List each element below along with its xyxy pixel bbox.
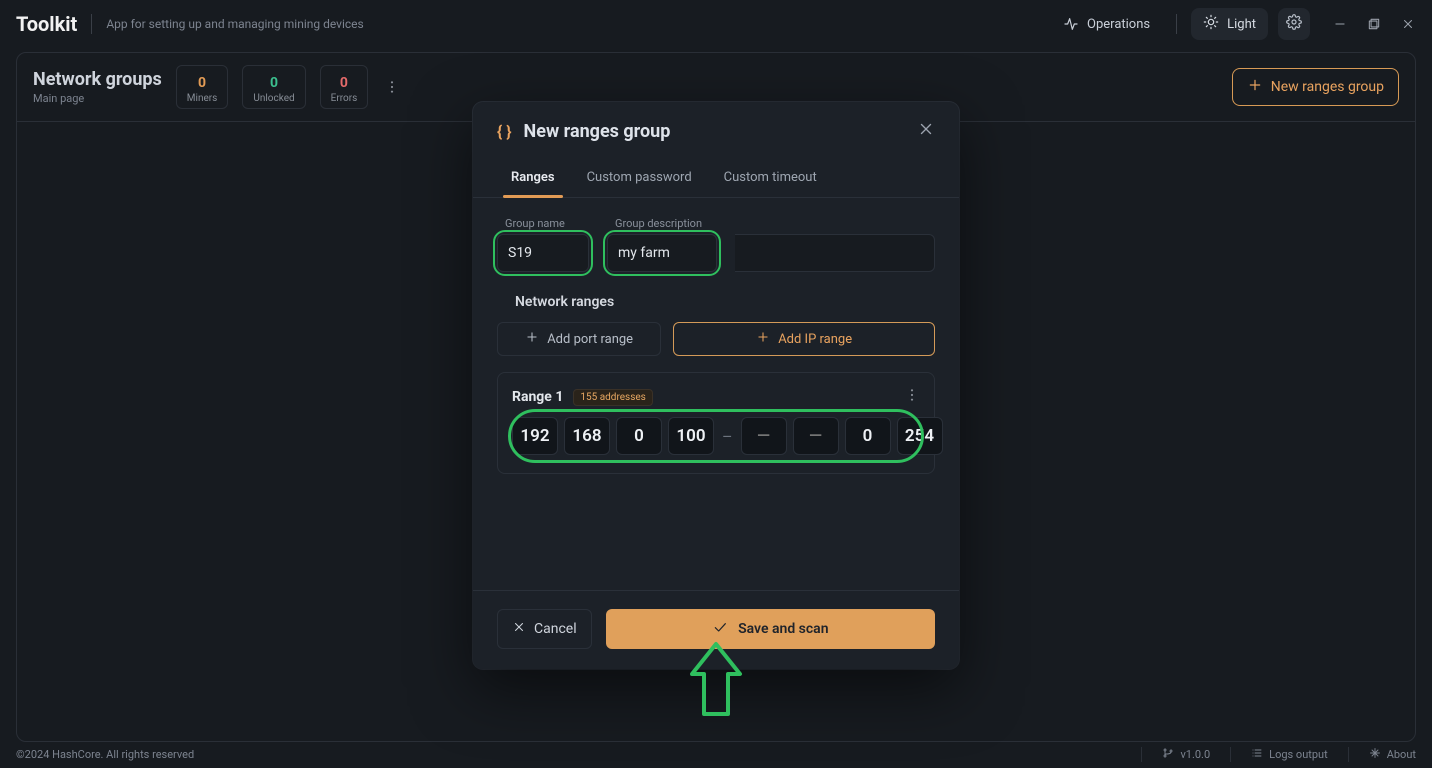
ip-start-octet-2[interactable] <box>564 417 610 455</box>
divider <box>1176 14 1177 34</box>
save-and-scan-button[interactable]: Save and scan <box>606 609 935 649</box>
stat-miners: 0 Miners <box>176 65 229 109</box>
ip-end-octet-1[interactable] <box>741 417 787 455</box>
range-dash: – <box>720 427 735 446</box>
breadcrumb: Main page <box>33 92 162 105</box>
titlebar: Toolkit App for setting up and managing … <box>0 0 1432 48</box>
group-description-extension <box>735 234 935 272</box>
branch-icon <box>1162 747 1174 762</box>
logs-output-button[interactable]: Logs output <box>1230 747 1328 762</box>
stat-value: 0 <box>340 75 348 91</box>
check-icon <box>712 619 728 639</box>
add-port-range-button[interactable]: Add port range <box>497 322 661 356</box>
app-brand: Toolkit <box>16 12 77 36</box>
divider <box>91 14 92 34</box>
operations-label: Operations <box>1087 17 1150 32</box>
dialog-header: { } New ranges group <box>473 102 959 160</box>
braces-icon: { } <box>497 122 512 141</box>
window-minimize-button[interactable] <box>1332 16 1348 32</box>
button-label: Cancel <box>534 621 577 637</box>
window-controls <box>1332 16 1416 32</box>
settings-button[interactable] <box>1278 8 1310 40</box>
ip-end-octet-3[interactable] <box>845 417 891 455</box>
close-icon <box>512 620 526 638</box>
stat-label: Errors <box>331 93 358 104</box>
add-ip-range-button[interactable]: Add IP range <box>673 322 935 356</box>
list-icon <box>1251 747 1263 762</box>
ip-start-octet-3[interactable] <box>616 417 662 455</box>
button-label: New ranges group <box>1271 79 1384 95</box>
range-menu-button[interactable] <box>904 387 920 407</box>
field-label: Group description <box>615 217 702 230</box>
new-ranges-group-button[interactable]: New ranges group <box>1232 68 1399 106</box>
plus-icon <box>756 330 770 348</box>
group-description-input-ext[interactable] <box>735 234 935 272</box>
range-card: Range 1 155 addresses – <box>497 372 935 474</box>
plus-icon <box>1247 77 1263 97</box>
page-title: Network groups <box>33 69 162 90</box>
group-name-input[interactable] <box>497 234 589 272</box>
ip-start-octet-4[interactable] <box>668 417 714 455</box>
field-label: Group name <box>505 217 565 230</box>
button-label: Save and scan <box>738 621 828 637</box>
group-description-field: Group description <box>607 234 717 272</box>
button-label: Add IP range <box>778 332 852 347</box>
dialog-tabs: Ranges Custom password Custom timeout <box>473 160 959 198</box>
network-ranges-heading: Network ranges <box>515 294 935 310</box>
theme-label: Light <box>1227 17 1256 32</box>
pulse-icon <box>1063 16 1079 32</box>
plus-icon <box>525 330 539 348</box>
page-menu-button[interactable] <box>378 73 406 101</box>
version-label: v1.0.0 <box>1141 747 1210 762</box>
tab-custom-timeout[interactable]: Custom timeout <box>720 160 821 197</box>
ip-range-row: – <box>512 417 920 455</box>
dialog-close-button[interactable] <box>917 120 935 142</box>
window-close-button[interactable] <box>1400 16 1416 32</box>
dialog-title: New ranges group <box>524 121 671 142</box>
theme-toggle-button[interactable]: Light <box>1191 8 1268 40</box>
gear-icon <box>1286 14 1302 34</box>
tab-custom-password[interactable]: Custom password <box>583 160 696 197</box>
sparkle-icon <box>1369 747 1381 762</box>
new-ranges-group-dialog: { } New ranges group Ranges Custom passw… <box>473 102 959 669</box>
button-label: Add port range <box>547 332 633 347</box>
addresses-count-chip: 155 addresses <box>573 389 652 406</box>
stat-unlocked: 0 Unlocked <box>242 65 305 109</box>
range-name: Range 1 <box>512 389 563 405</box>
page-title-block: Network groups Main page <box>33 69 162 105</box>
about-button[interactable]: About <box>1348 747 1416 762</box>
group-name-field: Group name <box>497 234 589 272</box>
ip-end-octet-2[interactable] <box>793 417 839 455</box>
window-maximize-button[interactable] <box>1366 16 1382 32</box>
ip-start-octet-1[interactable] <box>512 417 558 455</box>
stat-label: Unlocked <box>253 93 294 104</box>
dialog-footer: Cancel Save and scan <box>473 590 959 669</box>
stat-errors: 0 Errors <box>320 65 369 109</box>
status-bar: ©2024 HashCore. All rights reserved v1.0… <box>16 747 1416 762</box>
copyright: ©2024 HashCore. All rights reserved <box>16 748 194 761</box>
sun-icon <box>1203 14 1219 34</box>
stat-value: 0 <box>270 75 278 91</box>
ip-end-octet-4[interactable] <box>897 417 943 455</box>
tab-ranges[interactable]: Ranges <box>507 160 559 197</box>
group-description-input[interactable] <box>607 234 717 272</box>
stat-label: Miners <box>187 93 218 104</box>
cancel-button[interactable]: Cancel <box>497 609 592 649</box>
operations-button[interactable]: Operations <box>1051 10 1162 38</box>
stat-value: 0 <box>198 75 206 91</box>
app-tagline: App for setting up and managing mining d… <box>106 17 363 31</box>
dialog-body: Group name Group description Network ran… <box>473 198 959 480</box>
